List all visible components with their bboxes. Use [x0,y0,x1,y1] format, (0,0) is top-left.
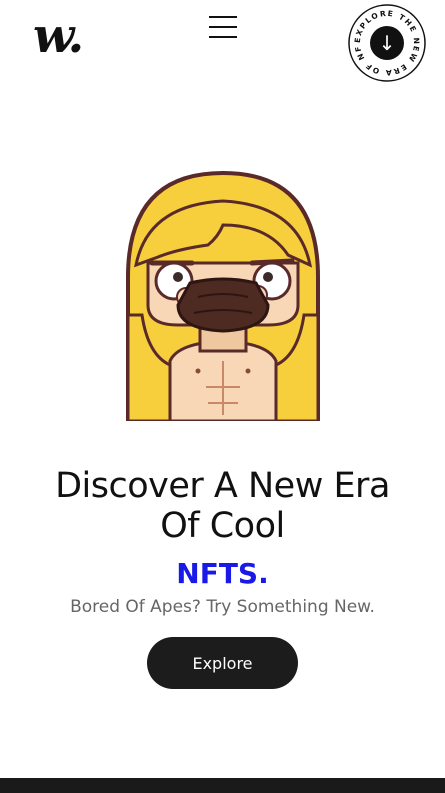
hero-title-line-1: Discover A New Era [55,466,390,506]
nft-character-illustration [118,165,328,423]
rotating-badge-icon: EXPLORE THE NEW ERA OF NFT. ↓ [347,3,426,82]
nfts-highlight: NFTS. [176,557,269,590]
menu-line [209,36,237,38]
hamburger-menu-icon[interactable] [207,14,239,40]
arrow-down-icon: ↓ [379,31,396,55]
hero-title-line-2: Of Cool [160,506,285,546]
hero-title: Discover A New Era Of Cool [0,466,445,546]
explore-badge-button[interactable]: EXPLORE THE NEW ERA OF NFT. ↓ [347,3,427,83]
explore-button[interactable]: Explore [147,637,298,689]
hero-subtitle: Bored Of Apes? Try Something New. [70,597,375,617]
menu-line [209,26,237,28]
footer-bar [0,778,445,793]
menu-line [209,16,237,18]
brand-logo[interactable]: w. [33,8,84,64]
site-header: w. EXPLORE THE NEW ERA OF NFT. ↓ [0,0,445,90]
